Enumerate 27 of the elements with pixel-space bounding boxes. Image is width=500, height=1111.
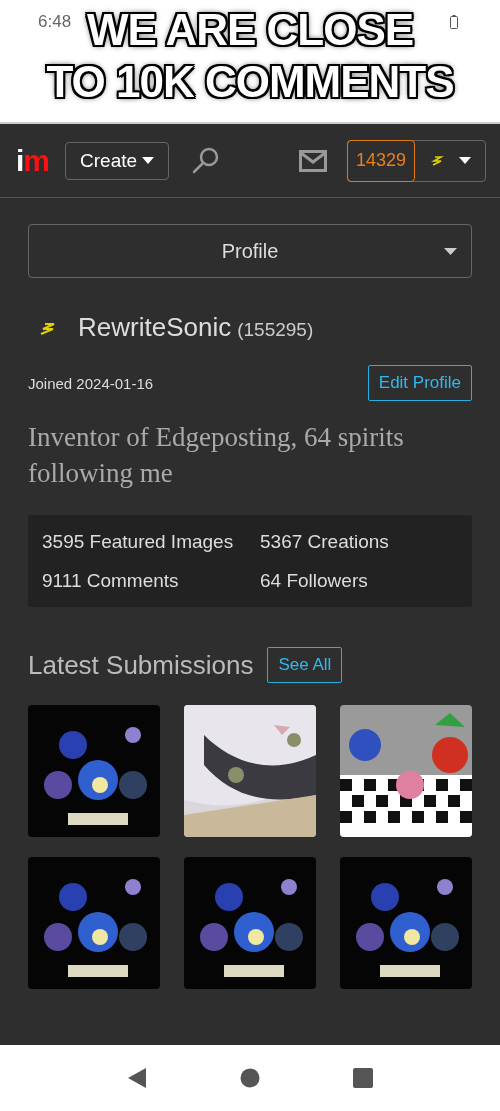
lightning-icon (429, 155, 445, 166)
caption-text: TO 10K COMMENTS (46, 56, 454, 108)
stat-text: 3595 Featured Images (42, 530, 235, 554)
points-counter[interactable]: 14329 (346, 139, 415, 182)
section-title: Latest Submissions (28, 649, 254, 681)
caret-icon (459, 156, 471, 165)
see-all-button[interactable]: See All (267, 647, 343, 683)
stat-text: 5367 Creations (260, 530, 390, 554)
caret-icon (142, 156, 155, 165)
home-icon[interactable] (240, 1068, 260, 1088)
joined-date: Joined 2024-01-16 (28, 374, 154, 392)
user-score: (155295) (237, 319, 314, 341)
caret-icon (444, 248, 457, 256)
profile-dropdown[interactable]: Profile (28, 224, 472, 278)
status-time: 6:48 (38, 12, 72, 32)
back-icon[interactable] (126, 1067, 147, 1089)
recents-icon[interactable] (353, 1068, 374, 1088)
edit-profile-button[interactable]: Edit Profile (367, 365, 472, 401)
stat-text: 9111 Comments (42, 569, 180, 593)
battery-icon (450, 15, 458, 29)
stat-text: 64 Followers (260, 569, 369, 593)
username: RewriteSonic (78, 312, 232, 343)
create-button[interactable]: Create (65, 141, 170, 180)
user-bio: Inventor of Edgeposting, 64 spirits following me (28, 421, 405, 490)
site-logo[interactable]: im (16, 143, 50, 178)
mail-icon[interactable] (298, 149, 327, 172)
caption-text: WE ARE CLOSE (86, 4, 414, 56)
